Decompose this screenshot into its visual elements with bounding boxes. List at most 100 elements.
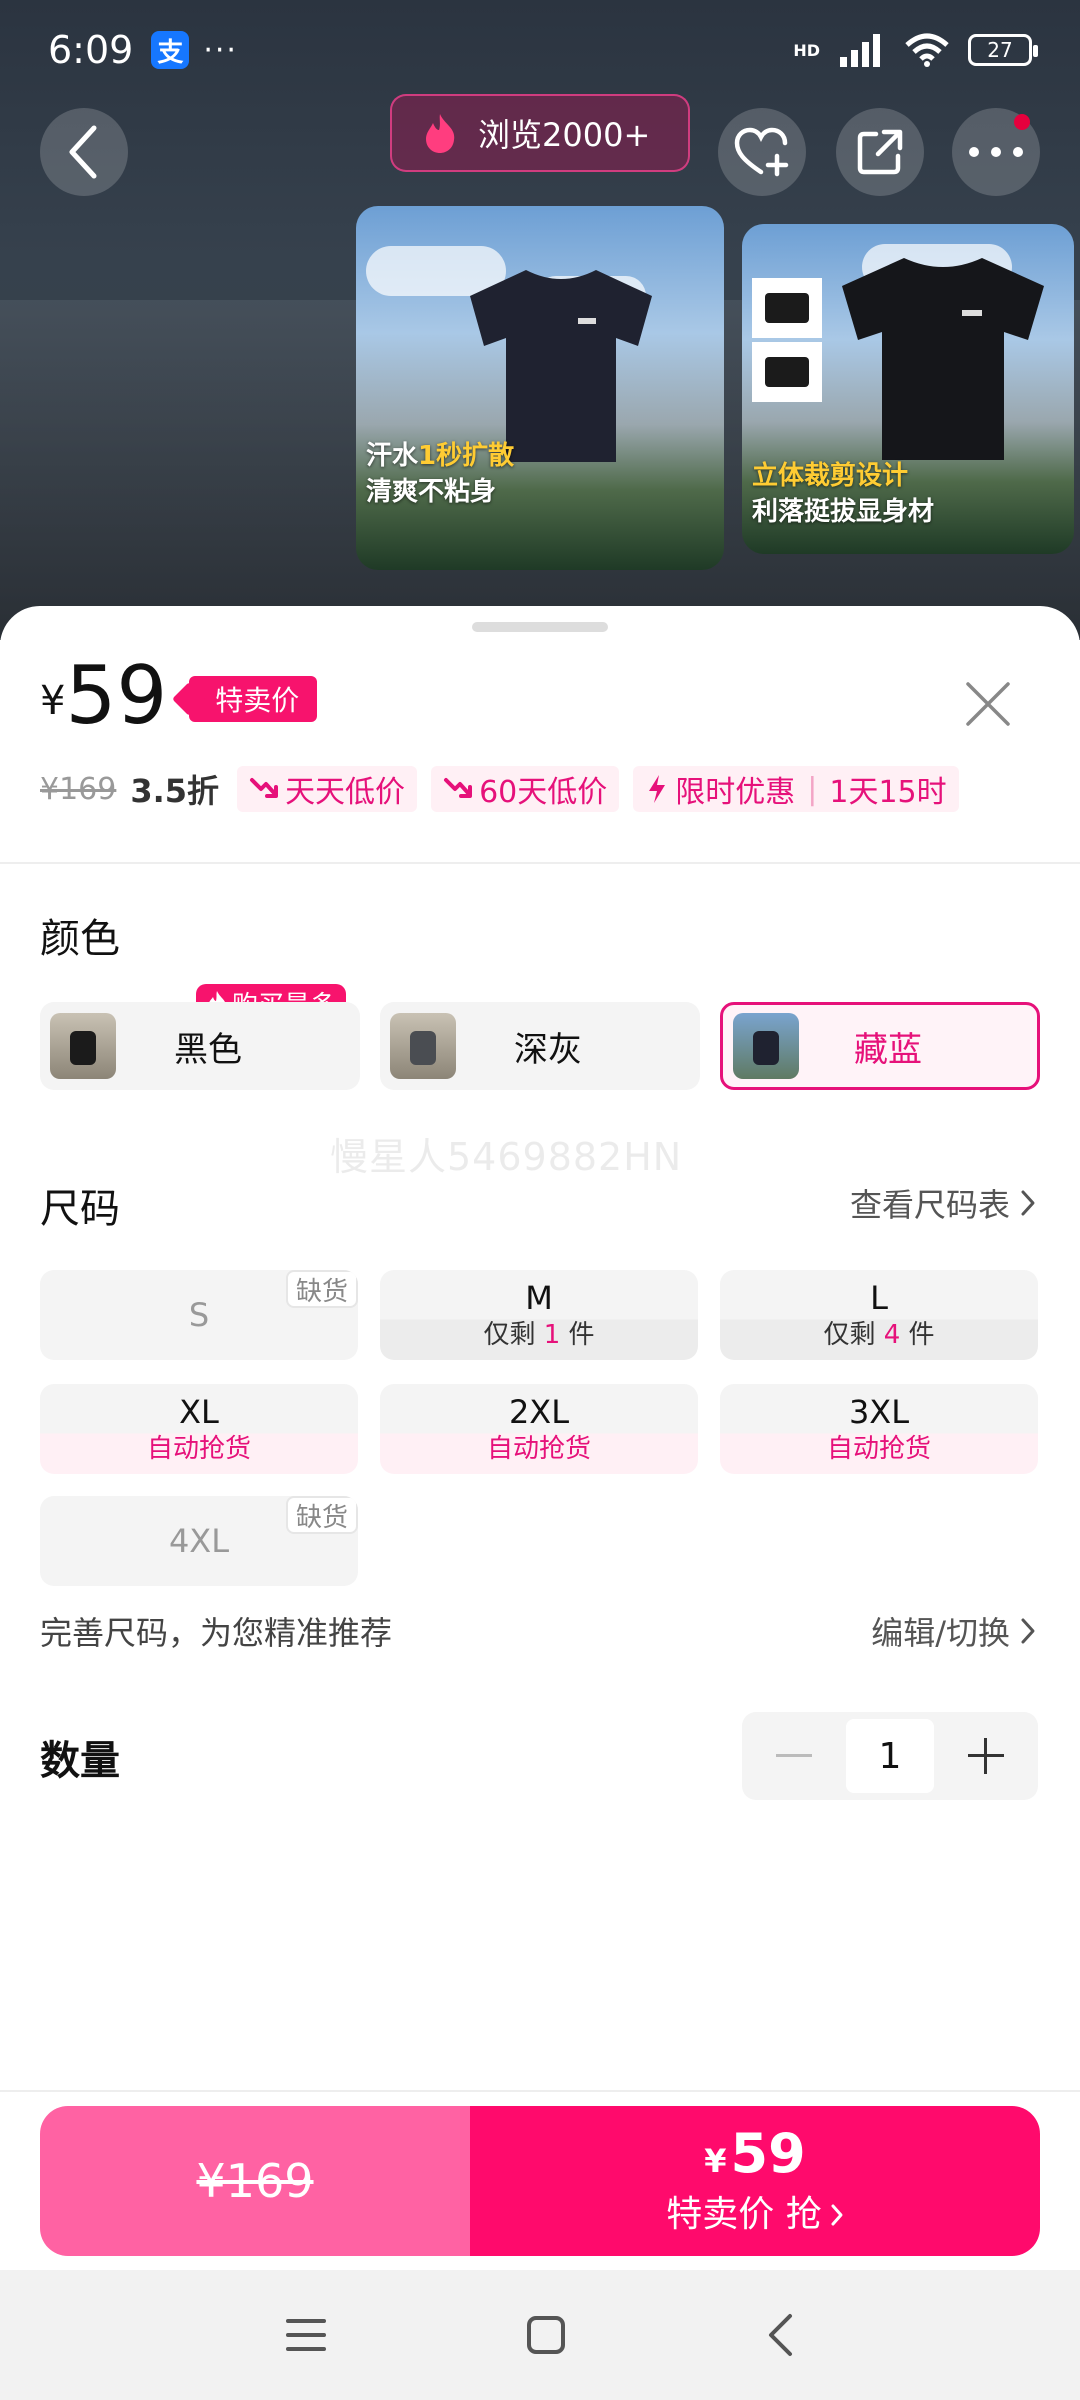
out-of-stock-tag: 缺货 (285, 1496, 358, 1534)
chevron-right-icon (831, 2204, 843, 2225)
size-label: 4XL (168, 1522, 230, 1560)
promo-label: 60天低价 (479, 775, 608, 810)
home-icon[interactable] (526, 2315, 566, 2355)
color-thumbnail (733, 1013, 799, 1079)
chevron-right-icon (1021, 1618, 1035, 1644)
size-fit-hint: 完善尺码，为您精准推荐 (40, 1614, 393, 1652)
detail-thumbnail (752, 278, 822, 338)
auto-grab-hint: 自动抢货 (486, 1434, 591, 1464)
drag-handle[interactable] (472, 622, 608, 632)
stock-hint: 仅剩 1 件 (483, 1320, 595, 1350)
share-button[interactable] (836, 108, 924, 196)
menu-icon[interactable] (286, 2317, 326, 2353)
size-option-l[interactable]: L 仅剩 4 件 (720, 1270, 1038, 1360)
more-notifications-icon: ··· (203, 32, 238, 68)
separator: | (807, 771, 818, 807)
back-button[interactable] (40, 108, 128, 196)
status-bar: 6:09 支 ··· HD 27 (0, 0, 1080, 100)
price-meta-row: ¥169 3.5折 天天低价 60天低价 限时优惠 | 1天15时 (40, 766, 973, 812)
minus-icon (776, 1754, 812, 1757)
size-option-m[interactable]: M 仅剩 1 件 (380, 1270, 698, 1360)
size-option-2xl[interactable]: 2XL 自动抢货 (380, 1384, 698, 1474)
size-section-title: 尺码 (40, 1186, 120, 1232)
lightning-icon (649, 775, 666, 803)
divider (0, 862, 1080, 864)
image-caption: 立体裁剪设计 利落挺拔显身材 (752, 461, 935, 527)
quantity-decrease-button[interactable] (742, 1712, 846, 1800)
views-badge: 浏览2000+ (390, 94, 690, 172)
promo-chip-limited-time: 限时优惠 | 1天15时 (633, 766, 959, 812)
quantity-stepper: 1 (742, 1712, 1038, 1800)
sku-selector-sheet: ¥ 59 特卖价 ¥169 3.5折 天天低价 60天低价 限时优惠 | 1天1… (0, 606, 1080, 2270)
product-image-card-2[interactable]: 立体裁剪设计 利落挺拔显身材 (742, 224, 1074, 554)
buy-label: 特卖价 抢 (666, 2191, 843, 2239)
original-price: ¥169 (40, 771, 117, 807)
detail-thumbnail (752, 342, 822, 402)
size-chart-link[interactable]: 查看尺码表 (850, 1180, 1036, 1226)
color-option-label: 深灰 (514, 1029, 582, 1070)
color-option-black[interactable]: 黑色 (40, 1002, 360, 1090)
special-price-buy-button[interactable]: ¥59 特卖价 抢 (470, 2106, 1040, 2256)
alipay-icon: 支 (151, 31, 190, 69)
divider (0, 2090, 1080, 2092)
more-dots-icon (969, 147, 1023, 157)
price-row: ¥ 59 特卖价 (40, 649, 318, 742)
size-fit-edit-link[interactable]: 编辑/切换 (871, 1608, 1036, 1654)
color-thumbnail (390, 1013, 456, 1079)
heart-plus-icon (734, 127, 789, 177)
status-time: 6:09 (48, 28, 134, 72)
wifi-icon (905, 33, 949, 67)
quantity-increase-button[interactable] (934, 1712, 1038, 1800)
promo-label: 限时优惠 (675, 775, 796, 810)
trend-down-icon (250, 778, 279, 798)
promo-chip-60day-low: 60天低价 (431, 766, 620, 812)
watermark: 慢星人5469882HN (330, 1135, 683, 1179)
chevron-left-icon (69, 125, 97, 179)
more-button[interactable] (952, 108, 1040, 196)
special-price-tag: 特卖价 (189, 676, 318, 722)
size-option-xl[interactable]: XL 自动抢货 (40, 1384, 358, 1474)
size-option-4xl[interactable]: 4XL 缺货 (40, 1496, 358, 1586)
price-value: 59 (65, 649, 168, 742)
status-icons: HD 27 (793, 33, 1038, 67)
color-option-label: 黑色 (174, 1029, 242, 1070)
plus-icon (968, 1738, 1004, 1774)
original-price-buy-button[interactable]: ¥169 (40, 2106, 470, 2256)
buy-price: ¥59 (704, 2121, 806, 2185)
promo-label: 天天低价 (285, 775, 406, 810)
out-of-stock-tag: 缺货 (285, 1270, 358, 1308)
share-icon (857, 129, 903, 175)
color-section-title: 颜色 (40, 916, 120, 962)
size-option-3xl[interactable]: 3XL 自动抢货 (720, 1384, 1038, 1474)
back-icon[interactable] (766, 2313, 794, 2357)
battery-icon: 27 (968, 34, 1038, 66)
product-image-card-1[interactable]: 汗水1秒扩散 清爽不粘身 (356, 206, 724, 570)
tshirt-image (470, 270, 652, 462)
network-hd-label: HD (793, 40, 820, 60)
favorite-button[interactable] (718, 108, 806, 196)
quantity-input[interactable]: 1 (846, 1719, 934, 1793)
detail-thumbnails (752, 278, 822, 406)
promo-countdown: 1天15时 (829, 775, 947, 810)
flame-icon (426, 114, 455, 153)
image-caption: 汗水1秒扩散 清爽不粘身 (366, 441, 515, 507)
trend-down-icon (444, 778, 473, 798)
color-option-darkgray[interactable]: 深灰 (380, 1002, 700, 1090)
stock-hint: 仅剩 4 件 (823, 1320, 935, 1350)
promo-chip-daily-low: 天天低价 (237, 766, 418, 812)
system-navigation-bar (0, 2270, 1080, 2400)
color-option-navy[interactable]: 藏蓝 (720, 1002, 1040, 1090)
close-button[interactable] (960, 676, 1016, 732)
close-icon (966, 682, 1010, 726)
size-option-s[interactable]: S 缺货 (40, 1270, 358, 1360)
views-label: 浏览2000+ (478, 116, 651, 154)
price-currency: ¥ (40, 678, 66, 724)
auto-grab-hint: 自动抢货 (146, 1434, 251, 1464)
quantity-section-title: 数量 (40, 1738, 120, 1784)
signal-icon (840, 34, 880, 67)
notification-dot (1014, 114, 1030, 130)
color-option-label: 藏蓝 (854, 1029, 922, 1070)
size-label: S (188, 1296, 210, 1334)
color-thumbnail (50, 1013, 116, 1079)
size-label: XL (179, 1393, 219, 1431)
